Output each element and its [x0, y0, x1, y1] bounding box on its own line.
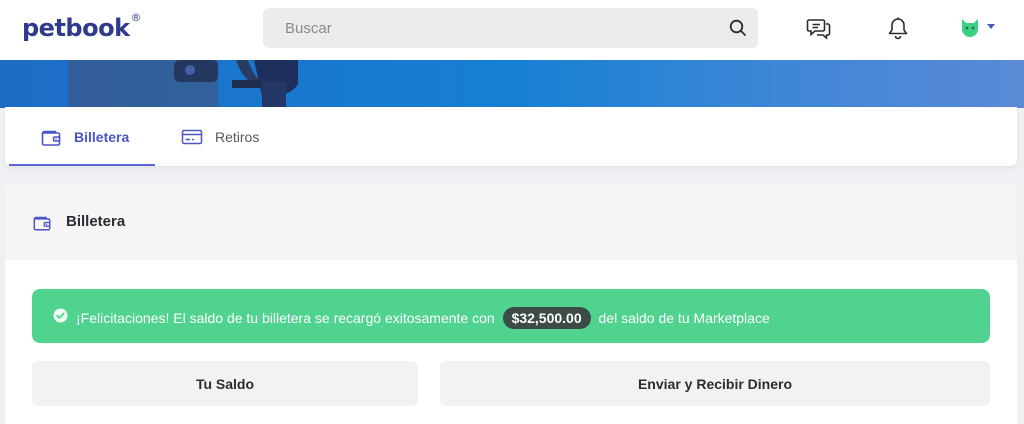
- search-bar: [263, 8, 758, 48]
- alert-message: ¡Felicitaciones! El saldo de tu billeter…: [76, 307, 770, 329]
- check-circle-icon: [53, 308, 68, 323]
- success-alert: ¡Felicitaciones! El saldo de tu billeter…: [32, 289, 990, 343]
- wallet-icon: [33, 216, 51, 231]
- wallet-panel-header: Billetera: [5, 184, 1017, 260]
- wallet-tabs: Billetera Retiros: [5, 107, 1017, 166]
- petbook-logo[interactable]: petbook®: [22, 11, 142, 42]
- alert-prefix: ¡Felicitaciones! El saldo de tu billeter…: [76, 310, 495, 326]
- wallet-icon: [41, 130, 61, 146]
- bell-icon[interactable]: [885, 16, 911, 42]
- balance-card[interactable]: Tu Saldo: [32, 361, 418, 406]
- chat-icon[interactable]: [806, 16, 832, 42]
- caret-down-icon[interactable]: [987, 24, 995, 30]
- search-icon[interactable]: [728, 18, 748, 38]
- top-nav: petbook®: [0, 0, 1024, 60]
- active-tab-indicator: [9, 164, 155, 166]
- send-receive-card-label: Enviar y Recibir Dinero: [637, 375, 793, 392]
- balance-card-label: Tu Saldo: [195, 375, 255, 392]
- logo-text: petbook: [22, 14, 130, 42]
- registered-mark: ®: [130, 11, 142, 24]
- tab-retiros-label: Retiros: [215, 128, 260, 145]
- credit-card-icon: [181, 129, 203, 144]
- send-receive-card[interactable]: Enviar y Recibir Dinero: [440, 361, 990, 406]
- tab-billetera[interactable]: Billetera: [40, 107, 129, 166]
- cover-illustration: [68, 60, 298, 108]
- tab-retiros[interactable]: Retiros: [181, 107, 259, 166]
- wallet-panel: Billetera ¡Felicitaciones! El saldo de t…: [5, 184, 1017, 424]
- search-input[interactable]: [285, 19, 705, 37]
- amount-badge: $32,500.00: [502, 307, 591, 329]
- wallet-title: Billetera: [66, 213, 126, 230]
- cover-banner: [0, 60, 1024, 108]
- tab-billetera-label: Billetera: [74, 128, 130, 145]
- alert-suffix: del saldo de tu Marketplace: [598, 310, 770, 326]
- cat-avatar-icon[interactable]: [960, 16, 980, 38]
